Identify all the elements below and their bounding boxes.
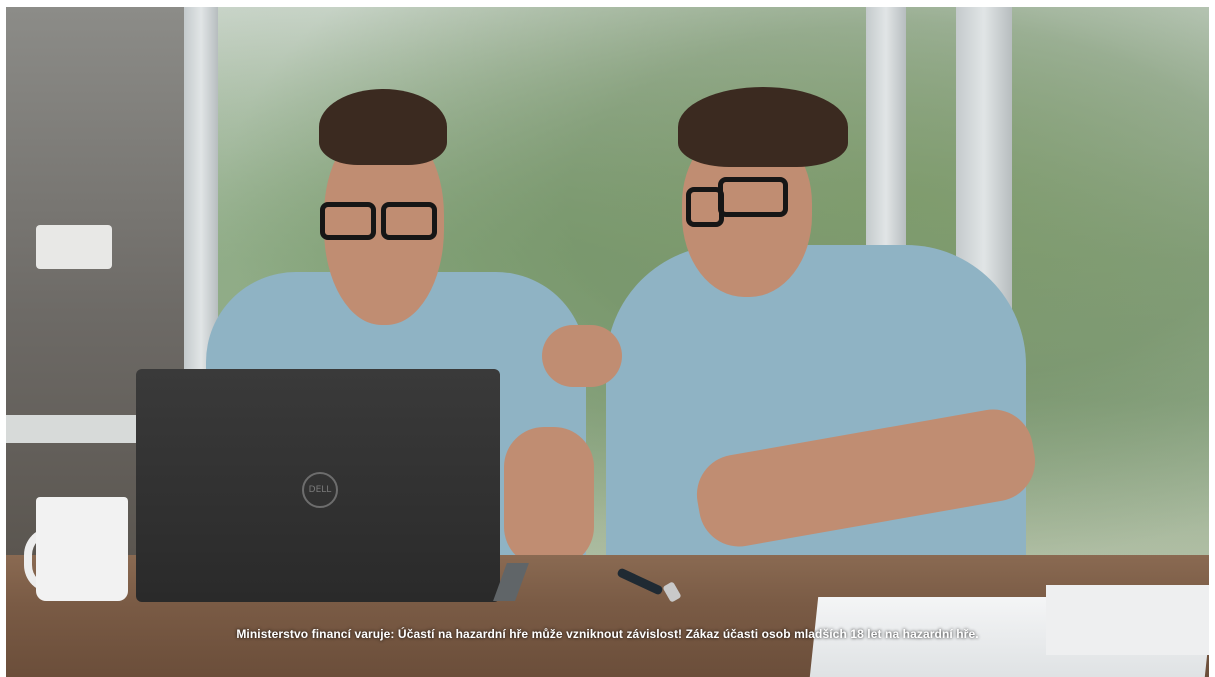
- gambling-disclaimer-caption: Ministerstvo financí varuje: Účastí na h…: [236, 627, 979, 641]
- video-frame: DELL: [6, 7, 1209, 677]
- wall-outlet: [36, 225, 112, 269]
- coffee-mug: [36, 497, 128, 601]
- paper-sheet: [1046, 585, 1209, 655]
- laptop-logo: DELL: [302, 472, 338, 508]
